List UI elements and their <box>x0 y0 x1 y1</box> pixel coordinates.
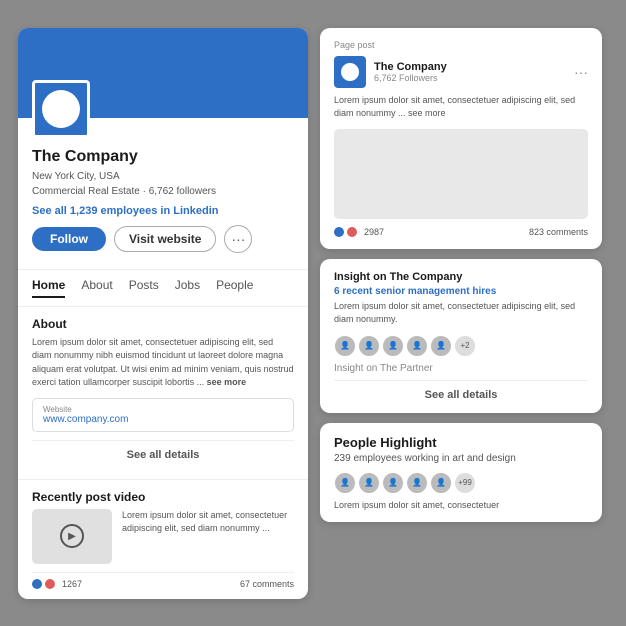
post-logo-row: The Company 6,762 Followers <box>334 56 447 88</box>
insight-subtitle: 6 recent senior management hires <box>334 286 588 297</box>
see-all-insight[interactable]: See all details <box>334 380 588 401</box>
avatar-extra: +2 <box>454 335 476 357</box>
people-avatar-4: 👤 <box>406 472 428 494</box>
avatar-4: 👤 <box>406 335 428 357</box>
post-followers: 6,762 Followers <box>374 73 447 83</box>
post-text: Lorem ipsum dolor sit amet, consectetuer… <box>334 94 588 121</box>
website-label: Website <box>43 405 283 414</box>
post-likes-count: 2987 <box>364 227 384 237</box>
insight-avatars: 👤 👤 👤 👤 👤 +2 <box>334 335 588 357</box>
video-text: Lorem ipsum dolor sit amet, consectetuer… <box>122 509 294 536</box>
video-row: ▶ Lorem ipsum dolor sit amet, consectetu… <box>32 509 294 564</box>
post-image <box>334 129 588 219</box>
more-icon: ··· <box>231 231 245 247</box>
tab-jobs[interactable]: Jobs <box>175 278 200 298</box>
avatar-2: 👤 <box>358 335 380 357</box>
post-more-button[interactable]: ··· <box>574 64 588 80</box>
people-avatars: 👤 👤 👤 👤 👤 +99 <box>334 472 588 494</box>
people-avatar-1: 👤 <box>334 472 356 494</box>
left-panel: The Company New York City, USA Commercia… <box>18 28 308 599</box>
see-all-details-left[interactable]: See all details <box>32 440 294 469</box>
see-more-about[interactable]: see more <box>207 377 247 387</box>
company-logo <box>32 80 90 138</box>
reaction-dot-blue <box>32 579 42 589</box>
right-panel: Page post The Company 6,762 Followers ··… <box>320 28 602 599</box>
tab-about[interactable]: About <box>81 278 112 298</box>
insight-title: Insight on The Company <box>334 271 588 283</box>
website-url[interactable]: www.company.com <box>43 414 283 425</box>
company-name: The Company <box>32 148 294 166</box>
people-avatar-2: 👤 <box>358 472 380 494</box>
partner-label: Insight on The Partner <box>334 363 588 374</box>
insight-text: Lorem ipsum dolor sit amet, consectetuer… <box>334 300 588 327</box>
people-avatar-3: 👤 <box>382 472 404 494</box>
about-section: About Lorem ipsum dolor sit amet, consec… <box>18 307 308 479</box>
tab-home[interactable]: Home <box>32 278 65 298</box>
post-reaction-dots: 2987 <box>334 227 384 237</box>
post-comments-count: 823 comments <box>529 227 588 237</box>
avatar-1: 👤 <box>334 335 356 357</box>
action-buttons: Follow Visit website ··· <box>32 225 294 253</box>
page-post-card: Page post The Company 6,762 Followers ··… <box>320 28 602 249</box>
people-subtitle: 239 employees working in art and design <box>334 453 588 464</box>
post-company-info: The Company 6,762 Followers <box>374 61 447 83</box>
reaction-dot-red <box>45 579 55 589</box>
people-title: People Highlight <box>334 435 588 450</box>
video-thumbnail[interactable]: ▶ <box>32 509 112 564</box>
comments-count: 67 comments <box>240 579 294 589</box>
cover-area <box>18 28 308 118</box>
visit-button[interactable]: Visit website <box>114 226 216 252</box>
about-title: About <box>32 317 294 331</box>
tab-posts[interactable]: Posts <box>129 278 159 298</box>
company-meta-line2: Commercial Real Estate · 6,762 followers <box>32 184 294 199</box>
logo-circle <box>42 90 80 128</box>
more-button[interactable]: ··· <box>224 225 252 253</box>
post-company-logo <box>334 56 366 88</box>
nav-tabs: Home About Posts Jobs People <box>18 269 308 307</box>
follow-button[interactable]: Follow <box>32 227 106 251</box>
about-text: Lorem ipsum dolor sit amet, consectetuer… <box>32 336 294 390</box>
people-avatar-5: 👤 <box>430 472 452 494</box>
people-highlight-card: People Highlight 239 employees working i… <box>320 423 602 522</box>
company-meta-line1: New York City, USA <box>32 169 294 184</box>
post-company-name: The Company <box>374 61 447 73</box>
employees-link[interactable]: See all 1,239 employees in Linkedin <box>32 205 294 217</box>
post-dot-blue <box>334 227 344 237</box>
tab-people[interactable]: People <box>216 278 253 298</box>
post-dot-red <box>347 227 357 237</box>
profile-info: The Company New York City, USA Commercia… <box>18 118 308 263</box>
website-box: Website www.company.com <box>32 398 294 432</box>
likes-count: 1267 <box>62 579 82 589</box>
post-stats: 2987 823 comments <box>334 227 588 237</box>
avatar-3: 👤 <box>382 335 404 357</box>
play-icon: ▶ <box>60 524 84 548</box>
video-title: Recently post video <box>32 490 294 504</box>
video-stats: 1267 67 comments <box>32 572 294 589</box>
video-section: Recently post video ▶ Lorem ipsum dolor … <box>18 479 308 599</box>
people-avatar-extra: +99 <box>454 472 476 494</box>
insight-card: Insight on The Company 6 recent senior m… <box>320 259 602 413</box>
post-header: The Company 6,762 Followers ··· <box>334 56 588 88</box>
reaction-dots: 1267 <box>32 579 82 589</box>
people-text: Lorem ipsum dolor sit amet, consectetuer <box>334 500 588 510</box>
post-logo-circle <box>341 63 359 81</box>
page-post-label: Page post <box>334 40 588 50</box>
avatar-5: 👤 <box>430 335 452 357</box>
